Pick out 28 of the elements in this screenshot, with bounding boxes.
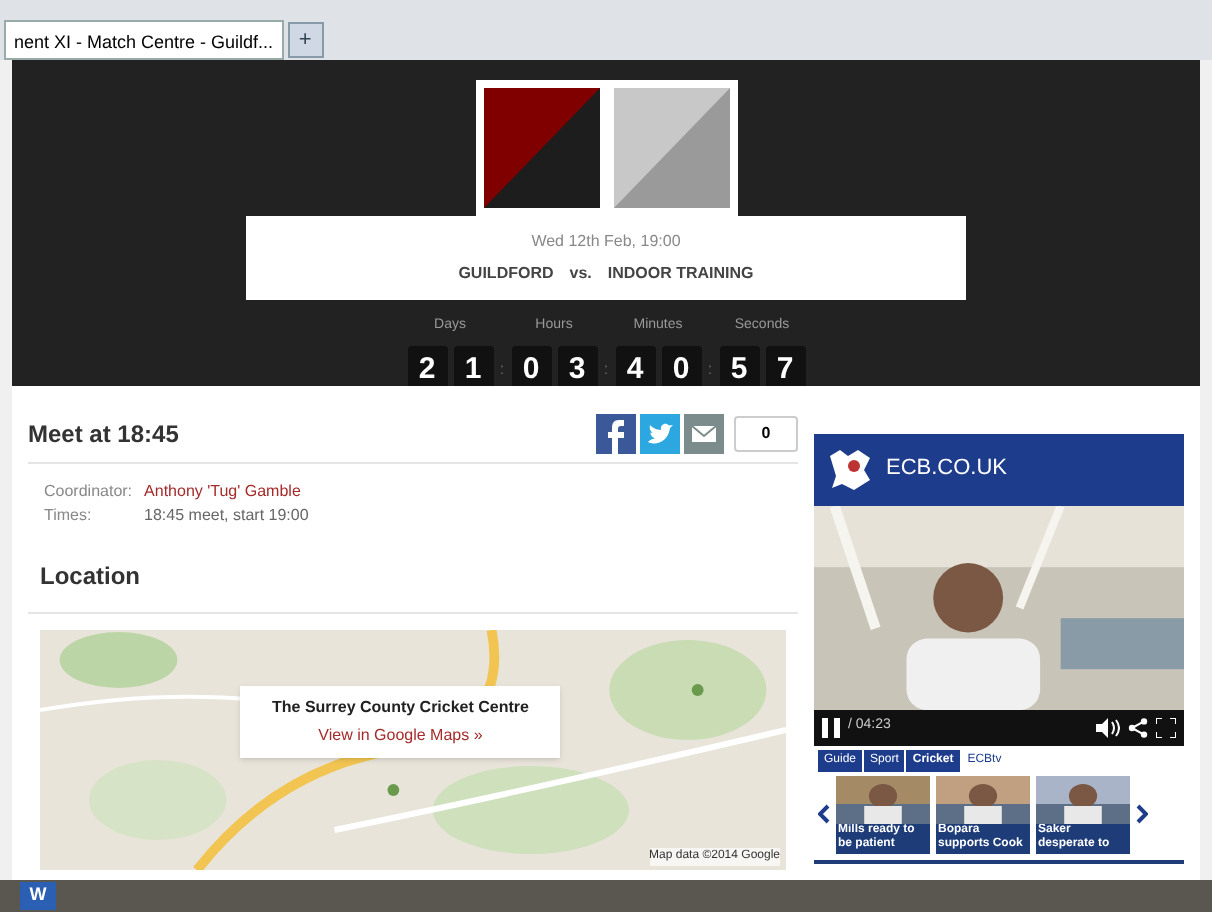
browser-tab[interactable]: nent XI - Match Centre - Guildf... bbox=[4, 20, 284, 60]
new-tab-button[interactable]: + bbox=[287, 22, 324, 58]
detail-label: Coordinator: bbox=[44, 479, 133, 503]
away-team: INDOOR TRAINING bbox=[607, 262, 754, 286]
countdown-separator: : bbox=[601, 357, 611, 381]
word-app-icon[interactable]: W bbox=[20, 882, 56, 910]
match-date: Wed 12th Feb, 19:00 bbox=[531, 230, 681, 254]
pause-icon[interactable] bbox=[822, 717, 840, 737]
countdown-separator: : bbox=[705, 357, 715, 381]
home-crest-icon bbox=[483, 88, 599, 208]
google-maps-link[interactable]: View in Google Maps » bbox=[318, 723, 483, 747]
share-count: 0 bbox=[734, 415, 798, 451]
fullscreen-icon[interactable] bbox=[1156, 717, 1176, 737]
share-icon[interactable] bbox=[1128, 717, 1148, 737]
countdown-separator: : bbox=[497, 357, 507, 381]
facebook-icon[interactable] bbox=[596, 413, 636, 453]
home-team: GUILDFORD bbox=[458, 262, 554, 286]
away-crest-icon bbox=[613, 88, 729, 208]
coordinator-link[interactable]: Anthony 'Tug' Gamble bbox=[144, 479, 782, 503]
versus-label: vs. bbox=[569, 262, 592, 286]
venue-name: The Surrey County Cricket Centre bbox=[272, 695, 529, 719]
volume-icon[interactable] bbox=[1096, 717, 1120, 737]
meet-title: Meet at 18:45 bbox=[28, 417, 179, 451]
detail-label: Times: bbox=[44, 503, 94, 527]
brand-name: ECB.CO.UK bbox=[886, 454, 1008, 485]
mail-icon[interactable] bbox=[684, 413, 724, 453]
detail-value: 18:45 meet, start 19:00 bbox=[144, 503, 311, 527]
location-title: Location bbox=[40, 561, 140, 589]
